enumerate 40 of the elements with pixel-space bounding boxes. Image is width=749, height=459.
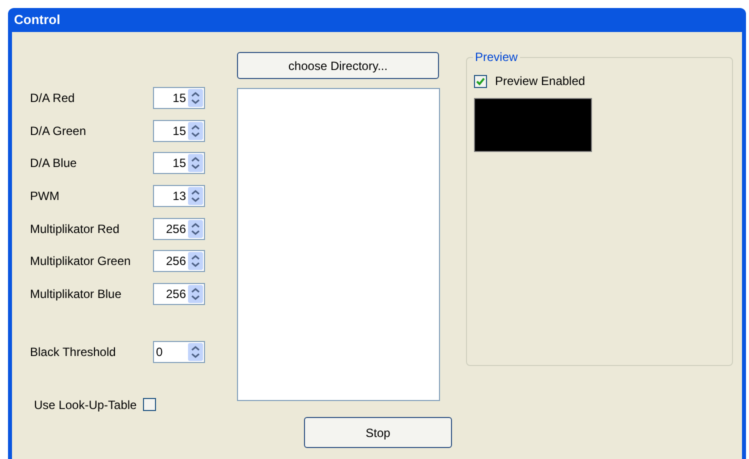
spin-value: 15 bbox=[172, 90, 187, 107]
spin-box[interactable]: 256 bbox=[153, 283, 205, 306]
choose-directory-button[interactable]: choose Directory... bbox=[237, 52, 439, 79]
field-label: D/A Red bbox=[30, 90, 76, 107]
spin-value: 256 bbox=[164, 253, 187, 270]
spin-box[interactable]: 13 bbox=[153, 185, 205, 208]
spin-arrows-icon[interactable] bbox=[188, 220, 203, 238]
field-label: Black Threshold bbox=[30, 344, 117, 361]
checkbox[interactable] bbox=[142, 398, 156, 412]
spin-value: 15 bbox=[172, 155, 187, 172]
spin-value: 256 bbox=[164, 220, 187, 238]
spin-box[interactable]: 0 bbox=[153, 340, 205, 363]
spin-box[interactable]: 15 bbox=[153, 152, 205, 174]
field-label: D/A Blue bbox=[30, 155, 78, 172]
stop-button[interactable]: Stop bbox=[304, 417, 452, 448]
spin-box[interactable]: 256 bbox=[153, 218, 205, 240]
spin-arrows-icon[interactable] bbox=[188, 342, 203, 361]
checkbox-label: Preview Enabled bbox=[495, 73, 586, 90]
group-title: Preview bbox=[473, 50, 520, 64]
checkbox-label: Use Look-Up-Table bbox=[34, 396, 137, 414]
field-label: PWM bbox=[30, 188, 60, 206]
spin-arrows-icon[interactable] bbox=[188, 285, 203, 304]
spin-arrows-icon[interactable] bbox=[188, 154, 203, 172]
checkbox[interactable] bbox=[474, 74, 487, 88]
spin-arrows-icon[interactable] bbox=[188, 187, 203, 206]
spin-box[interactable]: 15 bbox=[153, 87, 205, 109]
spin-value: 256 bbox=[164, 286, 187, 304]
field-label: Multiplikator Blue bbox=[30, 286, 122, 304]
spin-arrows-icon[interactable] bbox=[188, 122, 203, 140]
field-label: D/A Green bbox=[30, 122, 88, 140]
spin-arrows-icon[interactable] bbox=[188, 89, 203, 107]
spin-value: 15 bbox=[172, 122, 187, 140]
spin-value: 13 bbox=[172, 188, 187, 206]
spin-arrows-icon[interactable] bbox=[188, 252, 203, 270]
field-label: Multiplikator Green bbox=[30, 253, 132, 270]
window-title: Control bbox=[13, 11, 62, 30]
spin-box[interactable]: 256 bbox=[153, 250, 205, 272]
spin-value: 0 bbox=[155, 344, 164, 361]
field-label: Multiplikator Red bbox=[30, 220, 120, 238]
spin-box[interactable]: 15 bbox=[153, 120, 205, 142]
